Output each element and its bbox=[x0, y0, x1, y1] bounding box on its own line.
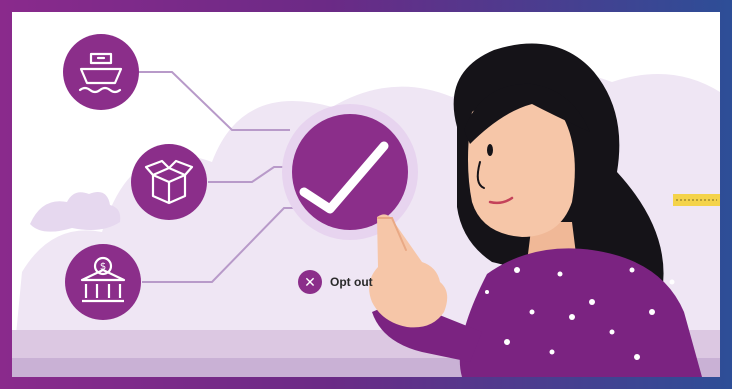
background-cloud-left bbox=[30, 192, 121, 232]
bank-dollar-icon: $ bbox=[65, 244, 141, 320]
opt-out-label: Opt out bbox=[330, 275, 373, 289]
opt-out-button[interactable]: ✕ Opt out bbox=[298, 270, 373, 294]
illustration-frame: $ ✕ Opt out bbox=[0, 0, 732, 389]
x-icon: ✕ bbox=[298, 270, 322, 294]
ship-icon bbox=[63, 34, 139, 110]
svg-text:$: $ bbox=[100, 262, 106, 273]
box-icon bbox=[131, 144, 207, 220]
illustration-canvas: $ ✕ Opt out bbox=[12, 12, 720, 377]
illustration-svg: $ bbox=[12, 34, 720, 377]
scale-badge bbox=[673, 194, 720, 206]
checkmark-icon[interactable] bbox=[282, 104, 418, 240]
